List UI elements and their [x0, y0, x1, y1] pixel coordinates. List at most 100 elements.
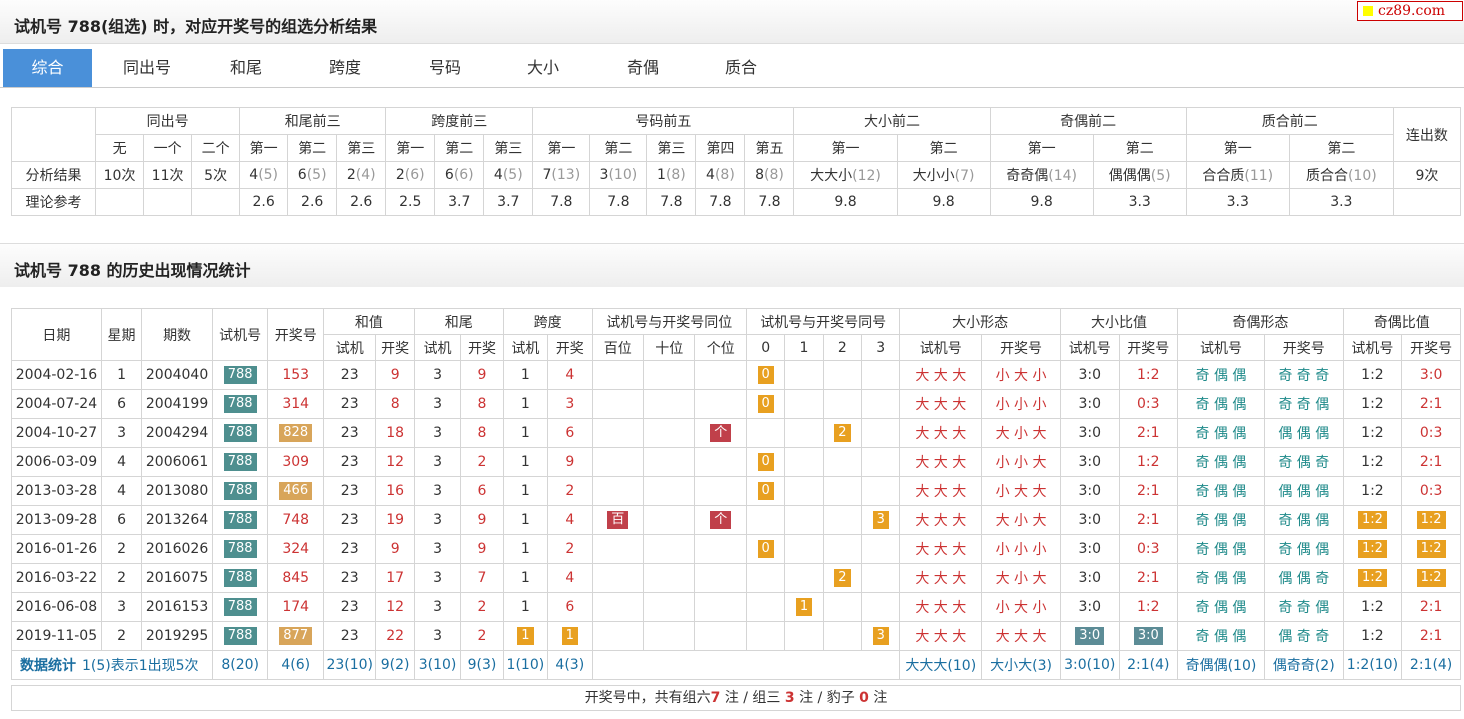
span-test-cell: 1 — [502, 621, 549, 651]
big-small-ratio-win-cell: 0:3 — [1118, 534, 1179, 564]
group6-count: 7 — [710, 690, 721, 706]
odd-even-ratio-test-cell: 1:2 — [1342, 360, 1403, 390]
sub-header: 百位 — [591, 334, 645, 361]
stats-cell: 8(20) — [211, 650, 269, 680]
group-header: 奇偶前二 — [989, 107, 1187, 135]
result-value: 6 — [297, 167, 307, 183]
date-cell: 2016-01-26 — [11, 534, 102, 564]
tab-odd-even[interactable]: 奇偶 — [598, 49, 688, 87]
same-digit-cell — [784, 476, 824, 506]
big-small-test-cell: 大 大 大 — [899, 621, 983, 651]
group-header: 质合前二 — [1185, 107, 1394, 135]
sub-header: 开奖 — [460, 334, 504, 361]
span-win-cell: 4 — [547, 563, 593, 593]
tab-co-occurrence[interactable]: 同出号 — [102, 49, 192, 87]
reference-cell: 3.7 — [434, 188, 485, 216]
table-row: 2013-03-28 4 2013080 788 466 23 16 3 6 1 2 0 大 大 大小 … — [11, 476, 1461, 506]
big-small-ratio-test-cell: 3:0 — [1059, 418, 1120, 448]
result-count: (6) — [453, 167, 474, 183]
win-number-cell: 324 — [267, 534, 324, 564]
issue-cell: 2004040 — [141, 360, 213, 390]
result-cell: 1(8) — [646, 161, 697, 189]
same-digit-cell — [784, 621, 824, 651]
same-digit-cell — [861, 447, 901, 477]
same-position-cell — [642, 563, 696, 593]
test-number-cell: 788 — [211, 447, 269, 477]
odd-even-win-cell: 偶 奇 奇 — [1263, 621, 1344, 651]
big-small-win-cell: 大 小 大 — [981, 505, 1061, 535]
odd-even-test-cell: 奇 偶 偶 — [1177, 505, 1265, 535]
sub-header: 第二 — [589, 134, 648, 162]
same-digit-badge: 0 — [757, 453, 774, 471]
tab-big-small[interactable]: 大小 — [498, 49, 588, 87]
site-logo[interactable]: cz89.com — [1357, 1, 1463, 21]
same-position-cell — [642, 505, 696, 535]
same-digit-cell: 0 — [745, 389, 786, 419]
sub-header: 二个 — [191, 134, 241, 162]
win-number: 748 — [282, 512, 310, 528]
big-small-win-cell: 小 小 小 — [981, 389, 1061, 419]
same-digit-cell — [861, 563, 901, 593]
big-small-win-cell: 大 大 大 — [981, 621, 1061, 651]
same-position-cell — [642, 592, 696, 622]
same-digit-cell — [822, 389, 863, 419]
odd-even-ratio-test-cell: 1:2 — [1342, 563, 1403, 593]
triple-count: 0 — [859, 690, 869, 706]
same-digit-badge: 0 — [757, 395, 774, 413]
result-cell: 4(5) — [483, 161, 534, 189]
sub-header: 第四 — [695, 134, 746, 162]
table-row: 2016-03-22 2 2016075 788 845 23 17 3 7 1 4 2 大 大 大大 … — [11, 563, 1461, 593]
col-header-date: 日期 — [11, 308, 102, 361]
same-digit-cell — [822, 476, 863, 506]
big-small-win-cell: 大 小 大 — [981, 418, 1061, 448]
big-small-test-cell: 大 大 大 — [899, 360, 983, 390]
same-digit-cell: 2 — [822, 563, 863, 593]
test-number-badge: 788 — [223, 627, 257, 645]
reference-cell — [95, 188, 145, 216]
weekday-cell: 4 — [100, 476, 143, 506]
same-digit-cell: 3 — [861, 621, 901, 651]
tab-prime-composite[interactable]: 质合 — [696, 49, 786, 87]
tab-sum-tail[interactable]: 和尾 — [202, 49, 290, 87]
same-digit-badge: 3 — [872, 627, 889, 645]
odd-even-ratio-test-cell: 1:2 — [1342, 418, 1403, 448]
test-number-badge: 788 — [223, 395, 257, 413]
same-position-cell — [591, 592, 645, 622]
row-label: 分析结果 — [10, 161, 97, 189]
same-digit-cell — [784, 563, 824, 593]
sub-header: 试机号 — [1342, 334, 1403, 361]
result-value: 5次 — [204, 168, 228, 184]
odd-even-ratio-win-cell: 3:0 — [1401, 360, 1461, 390]
same-position-cell — [694, 360, 747, 390]
same-position-cell — [694, 563, 747, 593]
result-cell: 4(5) — [239, 161, 289, 189]
date-cell: 2006-03-09 — [11, 447, 102, 477]
sub-header: 第一 — [385, 134, 436, 162]
reference-cell: 3.3 — [1092, 188, 1187, 216]
result-count: (6) — [404, 167, 425, 183]
big-small-ratio-test-cell: 3:0 — [1059, 592, 1120, 622]
win-number-cell: 845 — [267, 563, 324, 593]
span-win-cell: 6 — [547, 592, 593, 622]
odd-even-win-cell: 奇 偶 偶 — [1263, 534, 1344, 564]
big-small-ratio-win-cell: 2:1 — [1118, 505, 1179, 535]
span-test-cell: 1 — [502, 389, 549, 419]
same-digit-badge: 3 — [872, 511, 889, 529]
reference-cell: 2.5 — [385, 188, 436, 216]
same-position-cell — [591, 563, 645, 593]
same-position-cell — [591, 534, 645, 564]
tab-numbers[interactable]: 号码 — [400, 49, 490, 87]
same-digit-cell: 3 — [861, 505, 901, 535]
group-header: 和值 — [322, 308, 415, 335]
tab-overall[interactable]: 综合 — [3, 49, 92, 87]
table-row: 2004-02-16 1 2004040 788 153 23 9 3 9 1 4 0 大 大 大小 大… — [11, 360, 1461, 390]
test-number-cell: 788 — [211, 360, 269, 390]
big-small-ratio-win-cell: 1:2 — [1118, 360, 1179, 390]
tab-span[interactable]: 跨度 — [300, 49, 390, 87]
same-digit-cell — [861, 418, 901, 448]
group-header: 连出数 — [1392, 107, 1462, 162]
group-header: 和尾前三 — [239, 107, 387, 135]
tail-win-cell: 2 — [460, 447, 504, 477]
result-value: 11次 — [151, 168, 184, 184]
win-number-cell: 828 — [267, 418, 324, 448]
